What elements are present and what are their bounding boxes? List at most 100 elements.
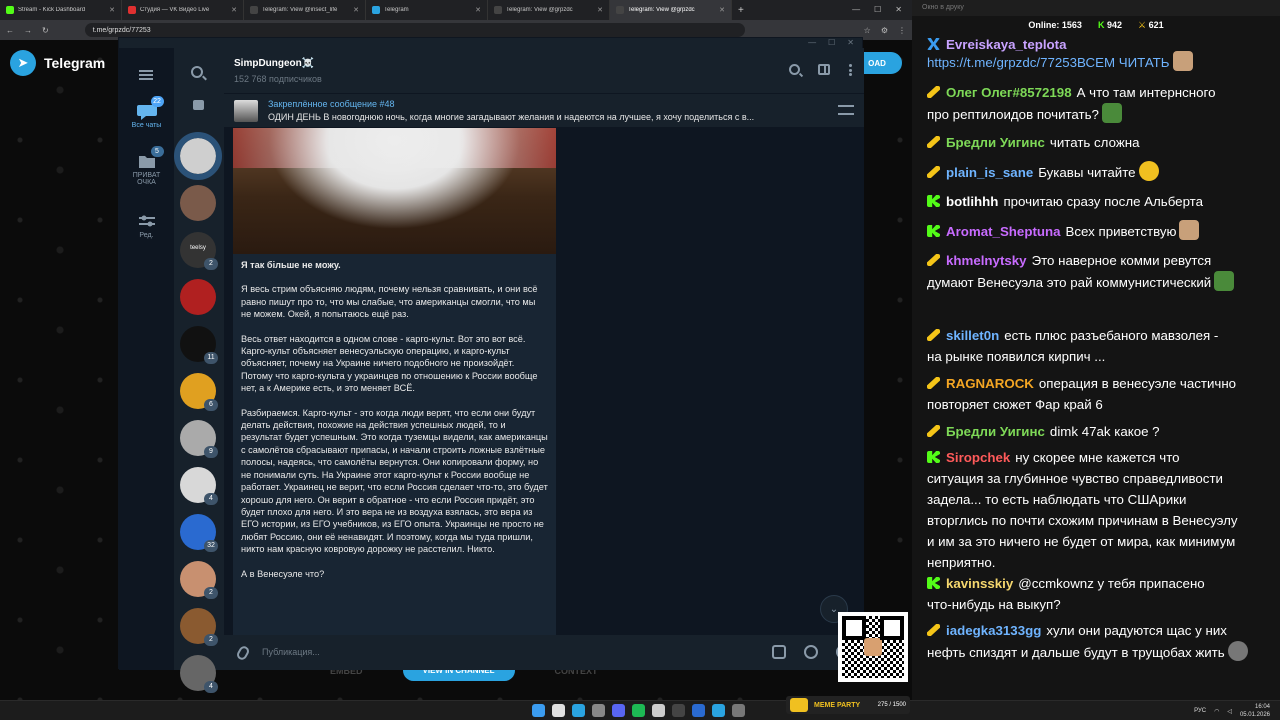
channel-title[interactable]: SimpDungeon☠️	[234, 58, 314, 69]
extensions-icon[interactable]: ⚙	[881, 26, 888, 35]
clock[interactable]: 16:04 05.01.2026	[1240, 703, 1270, 719]
browser-tab[interactable]: Stream - Kick Dashboard ✕	[0, 0, 122, 20]
chat-avatar[interactable]: 9	[180, 420, 218, 458]
sidebar-toggle-icon[interactable]	[818, 64, 830, 75]
chat-avatar[interactable]: 2	[180, 561, 218, 599]
taskbar-app-icon[interactable]	[672, 704, 685, 717]
taskbar-app-icon[interactable]	[712, 704, 725, 717]
maximize-icon[interactable]: ☐	[874, 5, 881, 14]
folder-all-chats[interactable]: 22 Все чаты	[119, 96, 174, 129]
minimize-icon[interactable]: —	[852, 5, 860, 14]
chat-messages: Evreiskaya_teplota https://t.me/grpzdc/77…	[912, 34, 1280, 700]
taskbar-app-icon[interactable]	[652, 704, 665, 717]
pinned-message-bar[interactable]: Закреплённое сообщение #48 ОДИН ДЕНЬ В н…	[224, 94, 864, 128]
tg-close-icon[interactable]: ✕	[847, 38, 854, 48]
chat-avatar[interactable]: teelsy 2	[180, 232, 218, 270]
chat-text: прочитаю сразу после Альберта	[1003, 194, 1204, 209]
attach-icon[interactable]	[235, 644, 251, 662]
wifi-icon[interactable]: ◠	[1214, 708, 1219, 715]
taskbar-app-icon[interactable]	[612, 704, 625, 717]
post-image[interactable]	[233, 128, 556, 254]
back-icon[interactable]: ←	[6, 26, 14, 35]
browser-tab[interactable]: Telegram: View @grpzdc ✕	[488, 0, 610, 20]
chat-username[interactable]: Siropchek	[946, 450, 1010, 465]
chat-username[interactable]: plain_is_sane	[946, 165, 1033, 180]
browser-menu-icon[interactable]: ⋮	[898, 26, 906, 35]
reload-icon[interactable]: ↻	[42, 26, 49, 35]
browser-tab[interactable]: Студия — VK Видео Live ✕	[122, 0, 244, 20]
sword-badge-icon	[927, 86, 940, 98]
chat-text[interactable]: https://t.me/grpzdc/77253ВСЕМ ЧИТАТЬ	[927, 55, 1170, 70]
more-options-icon[interactable]	[848, 64, 852, 76]
tab-close-icon[interactable]: ✕	[475, 6, 481, 14]
chat-username[interactable]: botlihhh	[946, 194, 998, 209]
chat-username[interactable]: khmelnytsky	[946, 253, 1027, 268]
favicon-icon	[494, 6, 502, 14]
folder-edit[interactable]: Ред.	[119, 212, 174, 239]
chat-avatar[interactable]: 11	[180, 326, 218, 364]
emote-icon	[1172, 51, 1193, 71]
chat-avatar[interactable]: 4	[180, 655, 218, 693]
unread-badge: 6	[204, 399, 218, 411]
chat-message: iadegka3133gg хули они радуются щас у них	[927, 620, 1277, 641]
message-input[interactable]	[262, 643, 722, 661]
browser-tab[interactable]: Telegram: View @grpzdc ✕	[610, 0, 732, 20]
chat-avatar[interactable]: 4	[180, 467, 218, 505]
search-icon[interactable]	[789, 64, 800, 75]
tg-maximize-icon[interactable]: ☐	[828, 38, 835, 48]
chat-avatar[interactable]: 32	[180, 514, 218, 552]
chat-username[interactable]: Бредли Уигинс	[946, 424, 1045, 439]
new-tab-button[interactable]: +	[732, 5, 750, 16]
search-icon[interactable]	[191, 66, 203, 78]
tg-web-brand: Telegram	[44, 55, 106, 71]
tab-close-icon[interactable]: ✕	[109, 6, 115, 14]
chat-username[interactable]: Evreiskaya_teplota	[946, 37, 1066, 52]
chat-username[interactable]: skillet0n	[946, 328, 999, 343]
chat-username[interactable]: Олег Олег#8572198	[946, 85, 1072, 100]
chat-avatar[interactable]	[180, 279, 216, 315]
menu-hamburger-icon[interactable]	[139, 70, 153, 80]
tab-close-icon[interactable]: ✕	[719, 6, 725, 14]
folder-badge: 5	[150, 146, 164, 157]
sword-badge-icon	[927, 136, 940, 148]
folder-private[interactable]: 5 ПРИВАТ ОЧКА	[119, 146, 174, 186]
taskbar-app-icon[interactable]	[732, 704, 745, 717]
pinned-list-icon[interactable]	[838, 105, 854, 115]
tab-title: Telegram: View @grpzdc	[506, 7, 573, 13]
taskbar-app-icon[interactable]	[692, 704, 705, 717]
taskbar-app-icon[interactable]	[572, 704, 585, 717]
chat-username[interactable]: RAGNAROCK	[946, 376, 1034, 391]
chat-username[interactable]: Бредли Уигинс	[946, 135, 1045, 150]
favicon-icon	[128, 6, 136, 14]
taskbar-app-icon[interactable]	[532, 704, 545, 717]
browser-tab[interactable]: Telegram: View @insect_life ✕	[244, 0, 366, 20]
chat-avatar[interactable]	[174, 132, 222, 180]
taskbar-app-icon[interactable]	[552, 704, 565, 717]
chat-username[interactable]: kavinsskiy	[946, 576, 1013, 591]
browser-tab[interactable]: Telegram ✕	[366, 0, 488, 20]
emote-icon	[1179, 220, 1200, 240]
chat-avatar[interactable]: 2	[180, 608, 218, 646]
composer-bar	[224, 635, 864, 670]
unread-badge: 4	[204, 493, 218, 505]
schedule-calendar-icon[interactable]	[772, 645, 786, 659]
volume-icon[interactable]: ◁	[1227, 708, 1232, 715]
notification-bell-icon[interactable]	[804, 645, 818, 659]
chat-username[interactable]: iadegka3133gg	[946, 623, 1041, 638]
bookmark-star-icon[interactable]: ☆	[864, 26, 871, 35]
chat-avatar[interactable]	[180, 185, 216, 221]
url-field[interactable]: t.me/grpzdc/77253	[84, 23, 745, 37]
taskbar-app-icon[interactable]	[592, 704, 605, 717]
chat-username[interactable]: Aromat_Sheptuna	[946, 224, 1061, 239]
tab-close-icon[interactable]: ✕	[597, 6, 603, 14]
language-indicator[interactable]: РУС	[1194, 708, 1206, 714]
archive-icon[interactable]	[193, 100, 204, 110]
chat-text: ситуация за глубинное чувство справедлив…	[927, 471, 1223, 486]
tab-close-icon[interactable]: ✕	[353, 6, 359, 14]
tab-close-icon[interactable]: ✕	[231, 6, 237, 14]
taskbar-app-icon[interactable]	[632, 704, 645, 717]
tg-minimize-icon[interactable]: —	[808, 38, 816, 48]
close-icon[interactable]: ✕	[895, 5, 902, 14]
chat-avatar[interactable]: 6	[180, 373, 218, 411]
forward-icon[interactable]: →	[24, 26, 32, 35]
